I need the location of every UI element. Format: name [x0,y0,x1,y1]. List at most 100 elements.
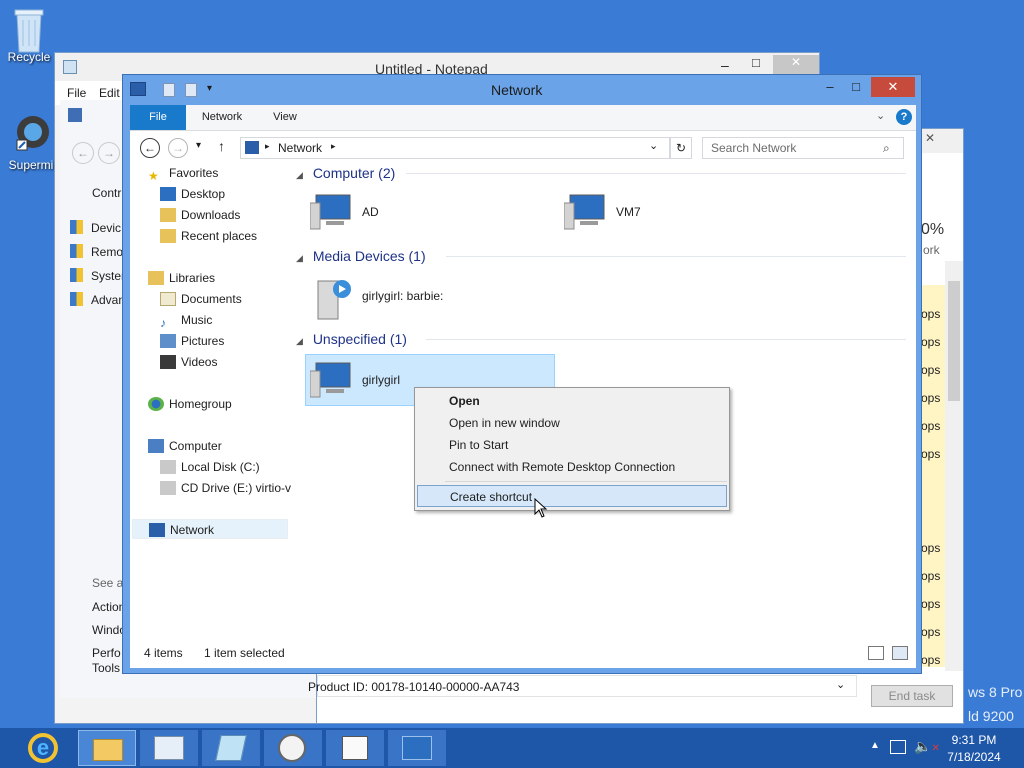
recycle-bin-icon [9,6,49,53]
taskbar-performance-monitor[interactable] [140,730,198,766]
task-manager-percent: 0% [921,221,945,238]
collapse-icon[interactable]: ◢ [296,336,303,346]
maximize-button[interactable]: □ [841,77,871,97]
menu-item-open[interactable]: Open [417,390,727,412]
close-button[interactable]: ✕ [871,77,915,97]
address-dropdown-icon[interactable]: ⌄ [649,139,658,152]
tab-view[interactable]: View [264,105,306,130]
link-remote-settings[interactable]: Remo [70,244,123,259]
search-input[interactable]: Search Network ⌕ [702,137,904,159]
refresh-icon[interactable]: ↻ [670,137,692,159]
recent-locations-icon[interactable]: ▾ [196,140,201,151]
nav-recent-places[interactable]: Recent places [160,226,257,246]
collapse-icon[interactable]: ◢ [296,253,303,263]
group-divider [446,256,906,257]
maximize-icon[interactable]: □ [752,55,760,70]
nav-videos[interactable]: Videos [160,352,217,372]
link-advanced-settings[interactable]: Advan [70,292,125,307]
menu-file[interactable]: File [67,86,86,100]
taskbar-internet-explorer[interactable]: e [16,730,68,766]
nav-music[interactable]: ♪ Music [160,310,212,330]
desktop-icon-supermium[interactable]: Supermi [2,114,60,172]
link-device-manager[interactable]: Devic [70,220,121,235]
clock-date[interactable]: 7/18/2024 [944,750,1004,764]
details-view-icon[interactable] [868,646,884,660]
close-icon[interactable]: ✕ [925,131,935,145]
address-bar[interactable]: ▸ Network ▸ ⌄ [240,137,670,159]
link-system-protection[interactable]: Syster [70,268,125,283]
taskbar-network[interactable] [388,730,446,766]
nav-documents[interactable]: Documents [160,289,242,309]
nav-downloads[interactable]: Downloads [160,205,240,225]
taskbar-file-explorer[interactable] [78,730,136,766]
media-device-girlygirl-barbie[interactable]: girlygirl: barbie: [308,273,558,321]
collapse-icon[interactable]: ◢ [296,170,303,180]
network-computer-ad[interactable]: AD [308,189,558,237]
link-performance[interactable]: Perfo [92,646,121,660]
media-server-icon [314,275,354,324]
menu-item-open-new-window[interactable]: Open in new window [417,412,727,434]
back-button[interactable]: ← [140,138,160,158]
network-explorer-window[interactable]: ▾ Network – □ ✕ File Network View ⌄ ? ← … [122,74,922,674]
breadcrumb-network[interactable]: Network [278,141,322,155]
nav-computer[interactable]: Computer [148,436,222,456]
volume-muted-icon[interactable]: 🔈✕ [914,738,940,755]
menu-edit[interactable]: Edit [99,86,120,100]
scrollbar-thumb[interactable] [948,281,960,401]
minimize-icon[interactable]: – [721,57,729,73]
product-id: Product ID: 00178-10140-00000-AA743 [308,680,520,694]
task-manager-scrollbar[interactable] [945,261,963,671]
forward-button[interactable]: → [98,142,120,164]
network-computer-vm7[interactable]: VM7 [562,189,812,237]
taskbar-system[interactable] [326,730,384,766]
forward-button[interactable]: → [168,138,188,158]
tab-network[interactable]: Network [192,105,252,130]
internet-explorer-icon: e [28,733,58,763]
large-icons-view-icon[interactable] [892,646,908,660]
taskbar-notepad[interactable] [202,730,260,766]
quick-access-properties-icon[interactable] [163,83,175,97]
status-selection: 1 item selected [204,646,285,660]
nav-network[interactable]: Network [132,519,288,539]
up-arrow-icon[interactable]: ↑ [218,138,225,154]
link-windows-update[interactable]: Windo [92,623,126,637]
chevron-down-icon[interactable]: ⌄ [836,678,845,691]
menu-item-remote-desktop[interactable]: Connect with Remote Desktop Connection [417,456,727,478]
quick-access-new-folder-icon[interactable] [185,83,197,97]
tab-file[interactable]: File [130,105,186,130]
quick-access-dropdown-icon[interactable]: ▾ [207,83,212,94]
computer-icon [309,193,354,236]
group-header-unspecified[interactable]: ◢ Unspecified (1) [296,329,906,349]
network-icon [402,736,432,760]
task-row: ops [921,653,941,667]
window-title: Network [491,82,543,98]
group-header-media-devices[interactable]: ◢ Media Devices (1) [296,246,906,266]
shield-icon [70,244,83,258]
control-panel-home-link[interactable]: Contr [92,186,121,200]
show-hidden-icons-icon[interactable]: ▲ [870,740,880,751]
nav-cd-drive[interactable]: CD Drive (E:) virtio-v [160,478,291,498]
network-status-icon[interactable] [890,740,906,754]
clock-time[interactable]: 9:31 PM [944,733,1004,747]
back-button[interactable]: ← [72,142,94,164]
search-icon: ⌕ [883,141,890,155]
group-header-computer[interactable]: ◢ Computer (2) [296,163,906,183]
end-task-button[interactable]: End task [871,685,953,707]
nav-pictures[interactable]: Pictures [160,331,224,351]
cd-drive-icon [160,481,176,495]
taskbar-supermium[interactable] [264,730,322,766]
explorer-titlebar[interactable]: ▾ Network – □ ✕ [123,75,921,105]
menu-item-create-shortcut[interactable]: Create shortcut [417,485,727,507]
link-action-center[interactable]: Action [92,600,125,614]
nav-desktop[interactable]: Desktop [160,184,225,204]
desktop-icon-recycle-bin[interactable]: Recycle [0,6,58,64]
menu-item-pin-to-start[interactable]: Pin to Start [417,434,727,456]
link-tools[interactable]: Tools [92,661,120,675]
nav-libraries[interactable]: Libraries [148,268,215,288]
chevron-down-icon[interactable]: ⌄ [876,109,885,122]
nav-local-disk[interactable]: Local Disk (C:) [160,457,260,477]
help-icon[interactable]: ? [896,109,912,125]
nav-favorites[interactable]: ★ Favorites [148,163,218,183]
close-icon[interactable]: ✕ [773,55,819,75]
nav-homegroup[interactable]: Homegroup [148,394,232,414]
